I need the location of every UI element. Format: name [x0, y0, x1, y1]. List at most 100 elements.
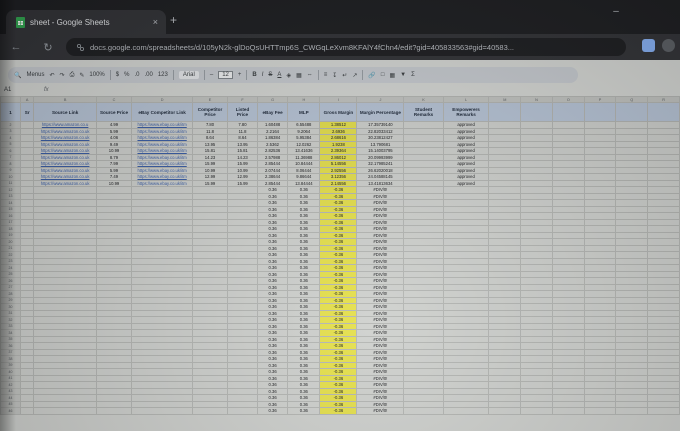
- empty-cell[interactable]: [647, 102, 680, 122]
- competitor-link-cell[interactable]: https://www.ebay.co.uk/itm: [131, 166, 194, 174]
- empty-cell[interactable]: [647, 407, 680, 415]
- source-link-cell[interactable]: https://www.amazon.co.u: [33, 121, 97, 129]
- paint-format-icon[interactable]: ✎: [79, 72, 84, 79]
- empty-cell[interactable]: [192, 407, 229, 415]
- header-cell[interactable]: Source Link: [33, 102, 97, 122]
- merge-cells-icon[interactable]: ⇔: [307, 72, 313, 78]
- empty-cell[interactable]: [95, 407, 133, 415]
- row-number[interactable]: 1: [0, 102, 22, 122]
- source-link-cell[interactable]: https://www.amazon.co.uk: [33, 173, 97, 181]
- empty-cell[interactable]: [403, 407, 444, 415]
- insert-link-icon[interactable]: 🔗: [368, 72, 375, 79]
- empty-cell[interactable]: [551, 102, 585, 122]
- extension-icon[interactable]: [642, 39, 655, 52]
- empty-cell[interactable]: [442, 407, 490, 415]
- source-link-cell[interactable]: https://www.amazon.co.uk: [33, 134, 97, 142]
- source-link-cell[interactable]: https://www.amazon.co.uk: [33, 160, 97, 168]
- source-link-cell[interactable]: https://www.amazon.co.uk: [33, 153, 97, 161]
- insert-chart-icon[interactable]: ▦: [389, 72, 395, 79]
- source-link-cell[interactable]: https://www.amazon.co.uk: [33, 140, 97, 148]
- competitor-link-cell[interactable]: https://www.ebay.co.uk/itm: [131, 147, 194, 155]
- url-field[interactable]: docs.google.com/spreadsheets/d/105yN2k-g…: [66, 38, 626, 56]
- search-menus-button[interactable]: Menus: [26, 72, 44, 78]
- increase-decimal-button[interactable]: .00: [144, 72, 152, 78]
- competitor-link-cell[interactable]: https://www.ebay.co.uk/itm: [131, 127, 194, 135]
- text-rotation-icon[interactable]: ↗: [352, 72, 357, 79]
- row-number[interactable]: 46: [0, 407, 22, 415]
- header-cell[interactable]: Sr: [20, 102, 35, 122]
- more-formats-button[interactable]: 123: [158, 72, 168, 78]
- empty-cell[interactable]: [488, 102, 522, 122]
- competitor-link-cell[interactable]: https://www.ebay.co.uk/itm: [131, 160, 194, 168]
- zoom-select[interactable]: 100%: [89, 72, 104, 78]
- gross-margin-cell[interactable]: -0.36: [319, 407, 358, 415]
- empty-cell[interactable]: [131, 407, 194, 415]
- bold-button[interactable]: B: [252, 72, 256, 78]
- browser-tab[interactable]: sheet - Google Sheets ×: [6, 10, 166, 34]
- text-wrap-icon[interactable]: ↵: [342, 72, 347, 79]
- source-link-cell[interactable]: https://www.amazon.co.uk: [33, 127, 97, 135]
- site-info-icon[interactable]: [76, 43, 85, 52]
- header-cell[interactable]: Source Price: [95, 102, 133, 122]
- header-cell[interactable]: MLP: [287, 102, 321, 122]
- header-cell[interactable]: Empowerers Remarks: [442, 102, 490, 122]
- margin-percentage-cell[interactable]: #DIV/0!: [356, 407, 405, 415]
- insert-comment-icon[interactable]: □: [381, 72, 385, 78]
- empty-cell[interactable]: [615, 102, 649, 122]
- competitor-link-cell[interactable]: https://www.ebay.co.uk/itm: [131, 179, 194, 187]
- header-cell[interactable]: Competitor Price: [192, 102, 229, 122]
- empty-cell[interactable]: [583, 102, 617, 122]
- text-color-button[interactable]: A: [277, 72, 281, 78]
- header-cell[interactable]: Margin Percentage: [356, 102, 405, 122]
- borders-icon[interactable]: ▦: [296, 72, 302, 79]
- minimize-button[interactable]: –: [604, 6, 628, 22]
- filter-icon[interactable]: ▼: [400, 72, 406, 78]
- empty-cell[interactable]: [583, 407, 617, 415]
- empty-cell[interactable]: [33, 407, 97, 415]
- font-size-increase-button[interactable]: +: [238, 72, 242, 78]
- vertical-align-icon[interactable]: ↧: [332, 72, 337, 79]
- empty-cell[interactable]: [520, 102, 553, 122]
- font-family-select[interactable]: Arial: [178, 71, 199, 79]
- empty-cell[interactable]: [20, 407, 35, 415]
- empty-cell[interactable]: [520, 407, 553, 415]
- source-link-cell[interactable]: https://www.amazon.co.uk: [33, 166, 97, 174]
- competitor-link-cell[interactable]: https://www.ebay.co.uk/itm: [131, 140, 194, 148]
- strikethrough-button[interactable]: S: [268, 72, 272, 78]
- tab-close-icon[interactable]: ×: [153, 17, 158, 27]
- empty-cell[interactable]: [551, 407, 585, 415]
- currency-format-button[interactable]: $: [116, 72, 119, 78]
- empty-cell[interactable]: [227, 407, 258, 415]
- reload-icon[interactable]: ↻: [38, 41, 58, 54]
- source-link-cell[interactable]: https://www.amazon.co.uk: [33, 147, 97, 155]
- back-arrow-icon[interactable]: ←: [6, 41, 26, 53]
- ebay-fee-cell[interactable]: 0.36: [256, 407, 289, 415]
- italic-button[interactable]: I: [262, 72, 264, 78]
- font-size-input[interactable]: 12: [218, 71, 233, 79]
- header-cell[interactable]: Gross Margin: [319, 102, 358, 122]
- decrease-decimal-button[interactable]: .0: [134, 72, 139, 78]
- redo-icon[interactable]: ↷: [60, 72, 65, 79]
- new-tab-button[interactable]: +: [170, 13, 177, 27]
- source-link-cell[interactable]: https://www.amazon.co.uk: [33, 179, 97, 187]
- search-menus-icon[interactable]: 🔍: [14, 72, 21, 79]
- competitor-link-cell[interactable]: https://www.ebay.co.uk/itm: [131, 134, 194, 142]
- mlp-cell[interactable]: 0.36: [287, 407, 321, 415]
- print-icon[interactable]: ⎙: [70, 72, 75, 79]
- font-size-decrease-button[interactable]: –: [210, 72, 213, 78]
- empty-cell[interactable]: [615, 407, 649, 415]
- name-box[interactable]: A1: [4, 87, 11, 93]
- competitor-link-cell[interactable]: https://www.ebay.co.uk/itm: [131, 173, 194, 181]
- competitor-link-cell[interactable]: https://www.ebay.co.uk/itm: [131, 153, 194, 161]
- undo-icon[interactable]: ↶: [50, 72, 55, 79]
- competitor-link-cell[interactable]: https://www.ebay.co.uk/itm: [131, 121, 194, 129]
- functions-icon[interactable]: Σ: [411, 72, 415, 78]
- profile-avatar[interactable]: [662, 39, 675, 52]
- percent-format-button[interactable]: %: [124, 72, 129, 78]
- empty-cell[interactable]: [488, 407, 522, 415]
- header-cell[interactable]: eBay Competitor Link: [131, 102, 194, 122]
- spreadsheet-grid[interactable]: ABCDEFGHIJKLMNOPQR 1 Sr Source Link Source …: [0, 96, 680, 431]
- header-cell[interactable]: Student Remarks: [403, 102, 444, 122]
- header-cell[interactable]: Listed Price: [227, 102, 258, 122]
- fill-color-icon[interactable]: ◈: [286, 72, 291, 79]
